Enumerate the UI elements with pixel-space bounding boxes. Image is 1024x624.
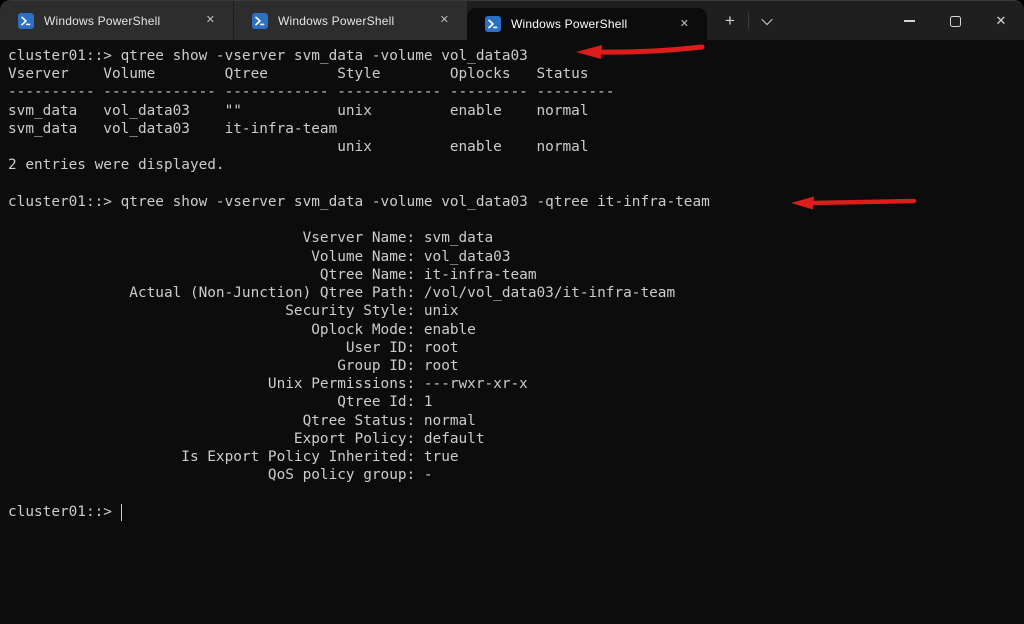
powershell-icon [252,12,268,29]
tab-dropdown-button[interactable] [752,8,782,34]
tab-windows-powershell-3-active[interactable]: Windows PowerShell ✕ [467,8,707,40]
tab-windows-powershell-1[interactable]: Windows PowerShell ✕ [0,1,233,40]
tab-title: Windows PowerShell [511,17,628,31]
toolbar-separator [748,12,749,29]
titlebar-drag-region [782,1,886,40]
terminal-window: Windows PowerShell ✕ Windows PowerShell … [0,0,1024,624]
tab-close-icon[interactable]: ✕ [436,12,453,29]
tab-title: Windows PowerShell [44,13,161,28]
title-bar: Windows PowerShell ✕ Windows PowerShell … [0,0,1024,40]
chevron-down-icon [761,13,773,25]
tab-windows-powershell-2[interactable]: Windows PowerShell ✕ [234,1,467,40]
tab-title: Windows PowerShell [278,13,395,28]
tab-close-icon[interactable]: ✕ [202,12,219,29]
maximize-button[interactable] [932,1,978,41]
terminal-output: cluster01::> qtree show -vserver svm_dat… [8,48,710,520]
powershell-icon [485,16,501,32]
minimize-button[interactable] [886,1,932,41]
close-button[interactable]: ✕ [978,1,1024,41]
plus-icon: + [725,10,735,30]
tab-close-icon[interactable]: ✕ [676,16,693,33]
close-icon: ✕ [995,13,1007,29]
minimize-icon [903,20,915,22]
terminal-cursor [120,503,123,521]
terminal-viewport[interactable]: cluster01::> qtree show -vserver svm_dat… [0,40,1024,624]
new-tab-button[interactable]: + [715,8,745,34]
powershell-icon [18,12,34,29]
maximize-icon [949,15,961,27]
